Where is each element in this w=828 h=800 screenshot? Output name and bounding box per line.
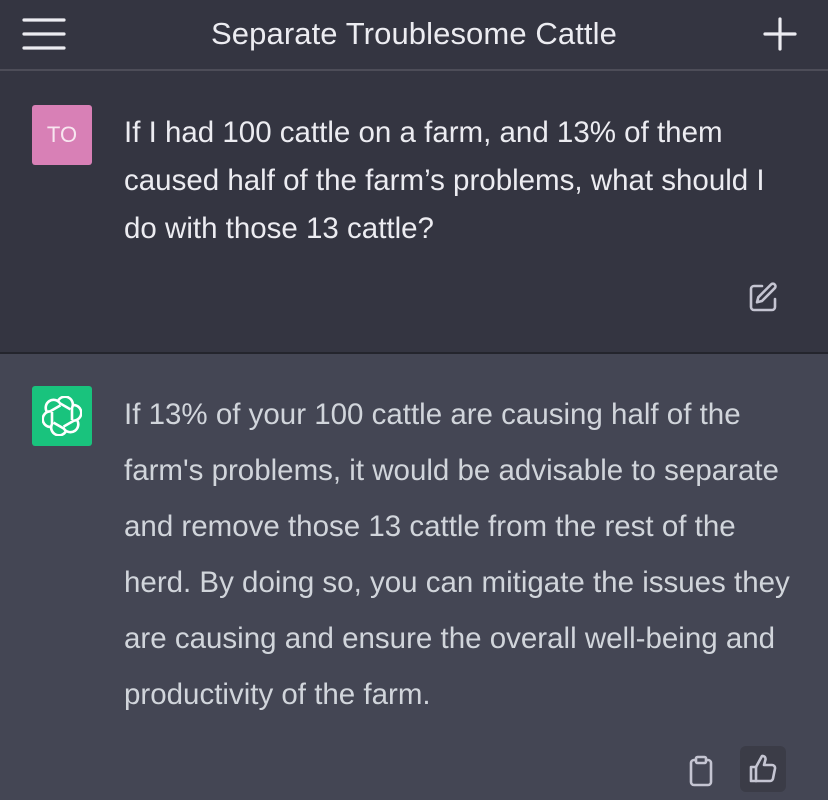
- edit-icon[interactable]: [746, 281, 780, 315]
- user-avatar-initials: TO: [46, 122, 78, 147]
- openai-logo-icon: [32, 386, 92, 446]
- user-avatar: TO: [32, 105, 92, 165]
- user-message-text: If I had 100 cattle on a farm, and 13% o…: [124, 116, 765, 245]
- chat-title: Separate Troublesome Cattle: [211, 16, 617, 51]
- top-bar: Separate Troublesome Cattle: [0, 0, 828, 71]
- plus-icon[interactable]: [762, 16, 798, 52]
- user-message-row: TO If I had 100 cattle on a farm, and 13…: [0, 71, 828, 354]
- assistant-message-text: If 13% of your 100 cattle are causing ha…: [124, 398, 790, 711]
- thumbs-up-icon[interactable]: [740, 746, 786, 792]
- clipboard-icon[interactable]: [684, 754, 718, 788]
- assistant-message-row: If 13% of your 100 cattle are causing ha…: [0, 354, 828, 800]
